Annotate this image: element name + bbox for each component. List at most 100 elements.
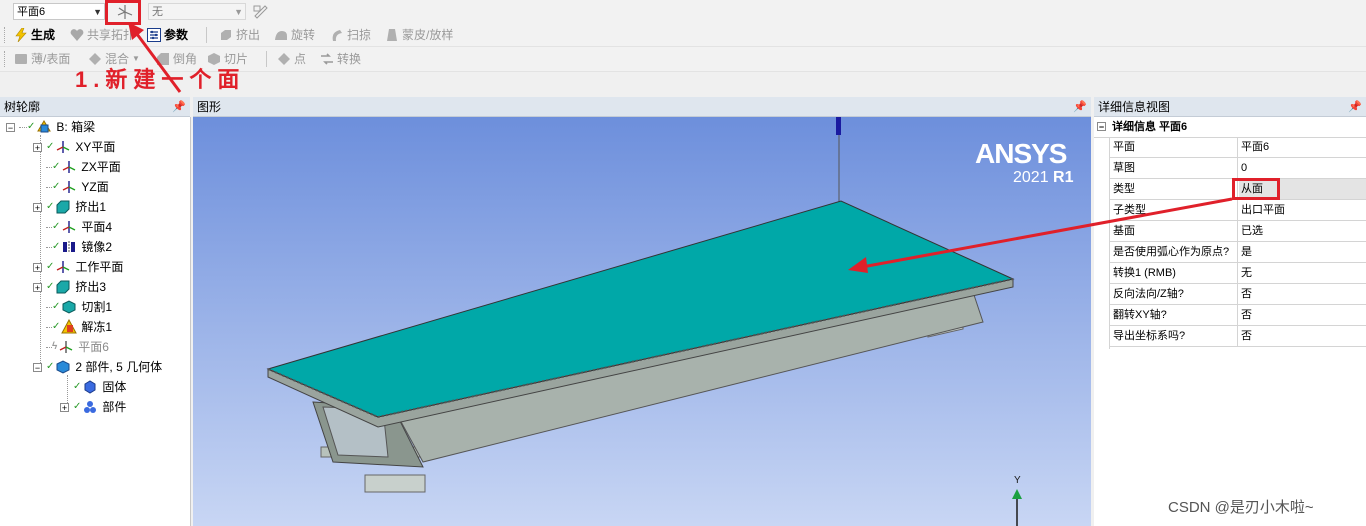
- chevron-down-icon[interactable]: ▼: [234, 4, 243, 21]
- tree-item-root[interactable]: − ✓ B: 箱梁: [6, 117, 95, 137]
- details-divider: [1237, 137, 1238, 158]
- model-icon: [37, 120, 52, 133]
- extrude-button[interactable]: 挤出: [219, 25, 260, 45]
- check-icon: ✓: [46, 361, 55, 372]
- check-icon: ✓: [46, 201, 55, 212]
- tree-item-unfreeze1[interactable]: ✓ 解冻1: [46, 317, 112, 337]
- graphics-viewport[interactable]: Y ANSYS 2021 R1: [193, 117, 1091, 526]
- conversion-button[interactable]: 转换: [320, 49, 361, 69]
- version-year: 2021: [1013, 169, 1049, 186]
- tree-item-label: XY平面: [75, 140, 116, 154]
- tree-item-plane4[interactable]: ✓ 平面4: [46, 217, 112, 237]
- revolve-button[interactable]: 旋转: [274, 25, 315, 45]
- extrude-label: 挤出: [236, 28, 261, 42]
- y-axis-label: Y: [1014, 475, 1021, 486]
- tree-item-plane6[interactable]: ϟ 平面6: [46, 337, 109, 357]
- collapse-icon[interactable]: −: [33, 362, 42, 372]
- thin-surface-button[interactable]: 薄/表面: [14, 49, 70, 69]
- tree-outline: − ✓ B: 箱梁 + ✓ XY平面 ✓ ZX平面 ✓ YZ面 + ✓ 挤出1 …: [0, 117, 191, 526]
- details-value[interactable]: 平面6: [1241, 137, 1269, 157]
- pin-icon[interactable]: 📌: [1348, 97, 1362, 117]
- sweep-label: 扫掠: [347, 28, 372, 42]
- sketch-select[interactable]: 无 ▼: [148, 3, 246, 20]
- tree-item-label: YZ面: [81, 180, 109, 194]
- tree-item-yz-plane[interactable]: ✓ YZ面: [46, 177, 109, 197]
- part-icon: [84, 401, 97, 413]
- tree-guide: [46, 346, 52, 348]
- details-value[interactable]: 出口平面: [1241, 200, 1285, 220]
- plane-icon: [63, 221, 76, 233]
- solid-icon: [84, 380, 96, 394]
- collapse-icon[interactable]: −: [1097, 122, 1106, 132]
- expand-icon[interactable]: +: [33, 282, 42, 292]
- version-release: R1: [1053, 169, 1074, 186]
- check-icon: ✓: [73, 401, 82, 412]
- check-icon: ✓: [27, 121, 36, 132]
- skin-loft-button[interactable]: 蒙皮/放样: [385, 25, 453, 45]
- skin-loft-icon: [387, 29, 397, 41]
- pin-icon[interactable]: 📌: [172, 97, 186, 117]
- tree-item-mirror2[interactable]: ✓ 镜像2: [46, 237, 112, 257]
- toolbar-separator: [206, 27, 207, 43]
- tree-item-label: 工作平面: [75, 260, 124, 274]
- point-button[interactable]: 点: [277, 49, 306, 69]
- details-value[interactable]: 0: [1241, 158, 1247, 178]
- model-view[interactable]: Y: [193, 117, 1091, 526]
- ansys-logo: ANSYS: [975, 138, 1067, 169]
- pin-icon[interactable]: 📌: [1073, 97, 1087, 117]
- generate-button[interactable]: 生成: [14, 25, 55, 45]
- tree-item-label: 平面4: [81, 220, 113, 234]
- details-key: 翻转XY轴?: [1113, 309, 1167, 321]
- tree-item-part[interactable]: + ✓ 部件: [60, 397, 126, 417]
- details-row-export-cs[interactable]: 导出坐标系吗? 否: [1110, 326, 1366, 347]
- tree-item-extrude3[interactable]: + ✓ 挤出3: [33, 277, 106, 297]
- details-value[interactable]: 否: [1241, 326, 1252, 346]
- tree-guide: [40, 135, 41, 365]
- tree-item-zx-plane[interactable]: ✓ ZX平面: [46, 157, 121, 177]
- details-value[interactable]: 否: [1241, 284, 1252, 304]
- chevron-down-icon[interactable]: ▼: [93, 4, 102, 21]
- details-value[interactable]: 已选: [1241, 221, 1263, 241]
- cut-icon: [62, 300, 76, 314]
- tree-item-cut1[interactable]: ✓ 切割1: [46, 297, 112, 317]
- sketch-select-value: 无: [152, 6, 163, 18]
- expand-icon[interactable]: +: [60, 402, 69, 412]
- new-sketch-icon: [253, 5, 268, 19]
- tree-item-label: ZX平面: [81, 160, 121, 174]
- graphics-panel-header: 图形 📌: [193, 97, 1091, 117]
- z-axis-marker: [836, 117, 841, 135]
- expand-icon[interactable]: +: [33, 202, 42, 212]
- check-icon: ✓: [46, 281, 55, 292]
- toolbar-grip[interactable]: [4, 51, 8, 67]
- watermark: CSDN @是刃小木啦~: [1168, 499, 1314, 516]
- parts-icon: [56, 360, 70, 374]
- expand-icon[interactable]: +: [33, 142, 42, 152]
- tree-item-solid[interactable]: ✓ 固体: [73, 377, 126, 397]
- new-sketch-button[interactable]: [252, 3, 270, 22]
- tree-item-label: 镜像2: [81, 240, 113, 254]
- details-value[interactable]: 否: [1241, 305, 1252, 325]
- tree-item-extrude1[interactable]: + ✓ 挤出1: [33, 197, 106, 217]
- tree-item-xy-plane[interactable]: + ✓ XY平面: [33, 137, 115, 157]
- expand-icon[interactable]: +: [33, 262, 42, 272]
- toolbar-grip[interactable]: [4, 27, 8, 43]
- plane-select[interactable]: 平面6 ▼: [13, 3, 105, 20]
- collapse-icon[interactable]: −: [6, 122, 15, 132]
- girder-flange: [364, 474, 426, 493]
- details-section-header[interactable]: − 详细信息 平面6: [1094, 117, 1366, 138]
- details-row-reverse-normal[interactable]: 反向法向/Z轴? 否: [1110, 284, 1366, 305]
- details-row-sketch[interactable]: 草图 0: [1110, 158, 1366, 179]
- tree-item-label: B: 箱梁: [56, 120, 96, 134]
- sweep-button[interactable]: 扫掠: [330, 25, 371, 45]
- details-row-flip-xy[interactable]: 翻转XY轴? 否: [1110, 305, 1366, 326]
- tree-item-work-plane[interactable]: + ✓ 工作平面: [33, 257, 123, 277]
- details-view: − 详细信息 平面6 平面 平面6 草图 0 类型 从面 子类型 出口平面 基面 已选 是…: [1094, 117, 1366, 526]
- check-icon: ✓: [73, 381, 82, 392]
- details-row-plane[interactable]: 平面 平面6: [1110, 137, 1366, 158]
- tree-guide: [46, 246, 52, 248]
- details-value[interactable]: 是: [1241, 242, 1252, 262]
- tree-item-parts[interactable]: − ✓ 2 部件, 5 几何体: [33, 357, 162, 377]
- tree-item-label: 平面6: [78, 340, 109, 354]
- details-value[interactable]: 无: [1241, 263, 1252, 283]
- revolve-label: 旋转: [291, 28, 316, 42]
